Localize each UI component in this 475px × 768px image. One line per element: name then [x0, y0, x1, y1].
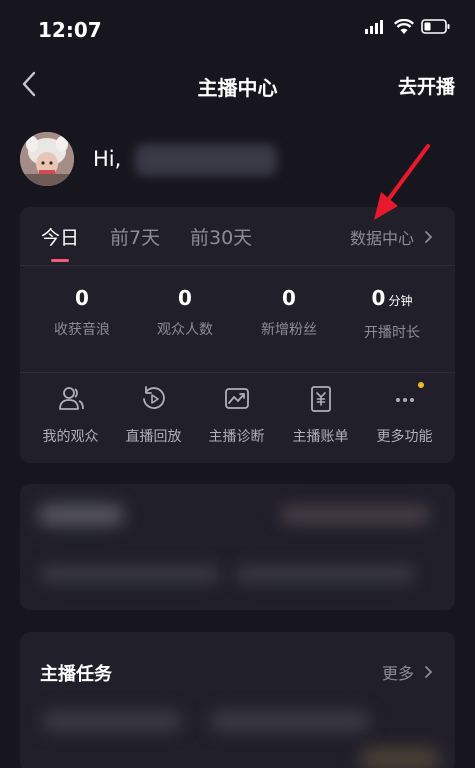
avatar-image: [20, 132, 74, 186]
func-label: 更多功能: [376, 429, 433, 445]
func-label: 直播回放: [125, 429, 182, 445]
blurred-card: [20, 484, 455, 610]
function-grid: 我的观众 直播回放 主播诊断 主播账单 更多功能: [20, 382, 455, 454]
stat-label: 收获音浪: [54, 322, 110, 338]
stat-label: 新增粉丝: [261, 322, 317, 338]
wifi-icon: [394, 19, 414, 34]
blurred-content: [210, 710, 370, 732]
active-tab-indicator: [51, 259, 69, 262]
status-icons: [365, 19, 451, 34]
blurred-content: [40, 566, 220, 582]
blurred-content: [42, 710, 182, 732]
replay-icon: [139, 384, 169, 414]
streamer-diagnosis-button[interactable]: 主播诊断: [193, 384, 280, 446]
divider: [20, 265, 455, 266]
section-title: 主播任务: [40, 664, 112, 685]
signal-icon: [365, 19, 383, 34]
avatar[interactable]: [20, 132, 74, 186]
audience-icon: [56, 384, 86, 414]
blurred-content: [280, 506, 430, 524]
func-label: 主播诊断: [208, 429, 265, 445]
stat-viewers[interactable]: 0 观众人数: [131, 285, 239, 339]
stat-live-duration[interactable]: 0 分钟 开播时长: [338, 285, 446, 342]
go-live-button[interactable]: 去开播: [398, 72, 455, 99]
stats-row: 0 收获音浪 0 观众人数 0 新增粉丝 0 分钟 开播时长: [20, 285, 455, 355]
stat-value: 0: [75, 286, 89, 310]
blurred-content: [38, 504, 124, 526]
time-range-tabs: 今日 前7天 前30天 数据中心: [20, 207, 455, 263]
tab-today[interactable]: 今日: [41, 223, 79, 250]
greeting-text: Hi,: [93, 147, 122, 171]
streamer-tasks-card: 主播任务 更多: [20, 632, 455, 768]
stats-card: 今日 前7天 前30天 数据中心 0 收获音浪 0 观众人数 0 新增粉丝 0分…: [20, 207, 455, 463]
diagnosis-icon: [222, 384, 252, 414]
stat-value: 0: [371, 286, 386, 310]
more-tasks-link[interactable]: 更多: [382, 660, 433, 684]
chevron-right-icon: [425, 666, 433, 678]
nav-bar: 主播中心 去开播: [0, 56, 475, 112]
chevron-right-icon: [425, 231, 433, 243]
tab-30-days[interactable]: 前30天: [190, 223, 252, 250]
stat-unit: 分钟: [388, 294, 413, 308]
func-label: 主播账单: [292, 429, 349, 445]
data-center-link[interactable]: 数据中心: [350, 225, 433, 249]
status-bar: 12:07: [0, 0, 475, 56]
streamer-bill-button[interactable]: 主播账单: [277, 384, 364, 446]
stat-label: 开播时长: [364, 325, 420, 341]
stat-value: 0: [178, 286, 192, 310]
stat-new-fans[interactable]: 0 新增粉丝: [235, 285, 343, 339]
more-functions-button[interactable]: 更多功能: [361, 382, 448, 446]
bill-icon: [306, 384, 336, 414]
more-label: 更多: [381, 664, 414, 683]
profile-header: Hi,: [20, 132, 460, 188]
stat-value: 0: [282, 286, 296, 310]
more-icon: [390, 382, 424, 414]
tab-7-days[interactable]: 前7天: [110, 223, 160, 250]
status-time: 12:07: [38, 18, 102, 42]
blurred-content: [360, 747, 440, 768]
redacted-username: [135, 144, 277, 176]
live-replay-button[interactable]: 直播回放: [110, 384, 197, 446]
battery-icon: [421, 19, 450, 34]
my-audience-button[interactable]: 我的观众: [27, 384, 114, 446]
func-label: 我的观众: [42, 429, 99, 445]
stat-label: 观众人数: [157, 322, 213, 338]
stat-sound-waves[interactable]: 0 收获音浪: [28, 285, 136, 339]
notification-dot: [417, 382, 424, 388]
divider: [20, 372, 455, 373]
data-center-label: 数据中心: [349, 229, 414, 248]
blurred-content: [235, 566, 415, 582]
